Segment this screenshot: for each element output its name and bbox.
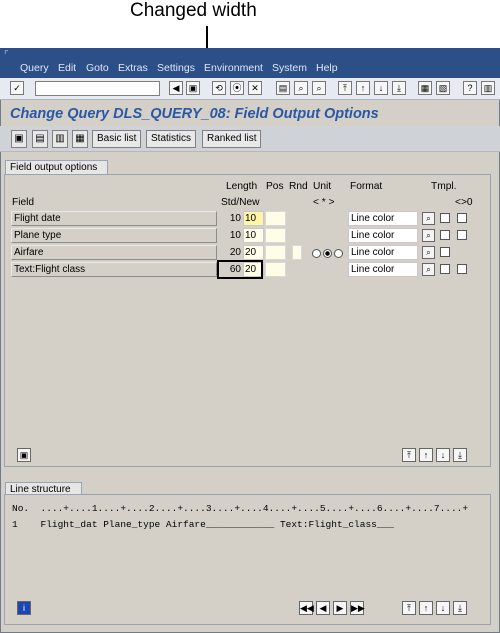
- menu-help[interactable]: Help: [316, 62, 338, 74]
- format-dropdown[interactable]: Line color: [348, 211, 418, 226]
- position-input[interactable]: [265, 262, 286, 277]
- scroll-next-icon[interactable]: ↓: [436, 448, 450, 462]
- field-header: Field: [12, 197, 35, 208]
- rnd-header: Rnd: [289, 181, 308, 192]
- template-checkbox[interactable]: [440, 213, 450, 223]
- layout-icon[interactable]: ▥: [481, 81, 495, 95]
- format-button-icon[interactable]: ⌕: [422, 229, 435, 242]
- help-icon[interactable]: ?: [463, 81, 477, 95]
- next-page-icon[interactable]: ▶: [333, 601, 347, 615]
- template-checkbox[interactable]: [440, 230, 450, 240]
- position-input[interactable]: [265, 228, 286, 243]
- callout-label: Changed width: [130, 0, 257, 21]
- back-icon[interactable]: ◀: [169, 81, 183, 95]
- format-header: Format: [350, 181, 383, 192]
- last-page-icon[interactable]: ⤓: [392, 81, 406, 95]
- line-structure-ruler: No. ....+....1....+....2....+....3....+.…: [12, 503, 469, 514]
- template-zero-checkbox[interactable]: [457, 213, 467, 223]
- field-name-flight-class: Text:Flight class: [11, 262, 217, 277]
- next-page-icon[interactable]: ↓: [374, 81, 388, 95]
- length-header: Length: [226, 181, 258, 192]
- green-arrow-icon[interactable]: ⟲: [212, 81, 226, 95]
- field-group-icon[interactable]: ▥: [52, 130, 68, 148]
- new-length-input[interactable]: 10: [243, 228, 264, 243]
- menu-settings[interactable]: Settings: [157, 62, 195, 74]
- format-dropdown[interactable]: Line color: [348, 245, 418, 260]
- format-dropdown[interactable]: Line color: [348, 228, 418, 243]
- list-icon[interactable]: ▦: [72, 130, 88, 148]
- pos-header: Pos: [266, 181, 284, 192]
- format-dropdown[interactable]: Line color: [348, 262, 418, 277]
- page-title: Change Query DLS_QUERY_08: Field Output …: [10, 106, 379, 122]
- save-icon[interactable]: ▣: [186, 81, 200, 95]
- unit-left-radio[interactable]: [312, 249, 321, 258]
- scroll-last-icon[interactable]: ⤓: [453, 448, 467, 462]
- position-input[interactable]: [265, 211, 286, 226]
- std-new-header: Std/New: [221, 197, 260, 208]
- unit-header: Unit: [313, 181, 332, 192]
- exit-icon[interactable]: ⦿: [230, 81, 244, 95]
- copy-query-icon[interactable]: ▤: [32, 130, 48, 148]
- menu-extras[interactable]: Extras: [118, 62, 148, 74]
- format-button-icon[interactable]: ⌕: [422, 212, 435, 225]
- new-session-icon[interactable]: ▦: [418, 81, 432, 95]
- first-page-icon[interactable]: ⤒: [338, 81, 352, 95]
- format-button-icon[interactable]: ⌕: [422, 263, 435, 276]
- unit-right-radio[interactable]: [334, 249, 343, 258]
- template-zero-checkbox[interactable]: [457, 230, 467, 240]
- check-icon[interactable]: ✓: [10, 81, 24, 95]
- tmpl-header: Tmpl.: [431, 181, 457, 192]
- scroll-next-icon[interactable]: ↓: [436, 601, 450, 615]
- line-structure-row: 1 Flight_dat Plane_type Airfare_________…: [12, 519, 394, 530]
- scroll-last-icon[interactable]: ⤓: [453, 601, 467, 615]
- cancel-icon[interactable]: ✕: [248, 81, 262, 95]
- first-page-icon[interactable]: ◀◀: [299, 601, 314, 615]
- template-checkbox[interactable]: [440, 247, 450, 257]
- std-length: 20: [229, 247, 241, 258]
- find-icon[interactable]: ⌕: [294, 81, 308, 95]
- info-icon[interactable]: i: [17, 601, 31, 615]
- menu-system[interactable]: System: [272, 62, 307, 74]
- new-length-input[interactable]: 20: [243, 245, 264, 260]
- previous-page-icon[interactable]: ◀: [316, 601, 330, 615]
- std-length: 10: [229, 213, 241, 224]
- command-field[interactable]: [35, 81, 160, 96]
- scroll-previous-icon[interactable]: ↑: [419, 601, 433, 615]
- scroll-first-icon[interactable]: ⤒: [402, 601, 416, 615]
- window-corner-icon: ⌜: [4, 50, 9, 61]
- menu-environment[interactable]: Environment: [204, 62, 263, 74]
- menu-edit[interactable]: Edit: [58, 62, 76, 74]
- new-length-input[interactable]: 10: [243, 211, 264, 226]
- menu-goto[interactable]: Goto: [86, 62, 109, 74]
- field-name-airfare: Airfare: [11, 245, 217, 260]
- scroll-previous-icon[interactable]: ↑: [419, 448, 433, 462]
- rounding-input[interactable]: [292, 245, 302, 260]
- field-name-flight-date: Flight date: [11, 211, 217, 226]
- template-zero-checkbox[interactable]: [457, 264, 467, 274]
- basic-list-button[interactable]: Basic list: [92, 130, 142, 148]
- export-icon[interactable]: ▣: [17, 448, 31, 462]
- statistics-button[interactable]: Statistics: [146, 130, 197, 148]
- scroll-first-icon[interactable]: ⤒: [402, 448, 416, 462]
- menu-query[interactable]: Query: [20, 62, 49, 74]
- previous-page-icon[interactable]: ↑: [356, 81, 370, 95]
- format-button-icon[interactable]: ⌕: [422, 246, 435, 259]
- std-length: 10: [229, 230, 241, 241]
- position-input[interactable]: [265, 245, 286, 260]
- ranked-list-button[interactable]: Ranked list: [202, 130, 262, 148]
- find-next-icon[interactable]: ⌕: [312, 81, 326, 95]
- shortcut-icon[interactable]: ▧: [436, 81, 450, 95]
- unit-center-radio[interactable]: [323, 249, 332, 258]
- template-checkbox[interactable]: [440, 264, 450, 274]
- print-icon[interactable]: ▤: [276, 81, 290, 95]
- unit-symbols: < * >: [313, 197, 335, 208]
- save-query-icon[interactable]: ▣: [11, 130, 27, 148]
- last-page-icon[interactable]: ▶▶: [350, 601, 365, 615]
- tmpl-symbols: <>0: [455, 197, 473, 208]
- changed-width-highlight: [217, 260, 263, 279]
- field-name-plane-type: Plane type: [11, 228, 217, 243]
